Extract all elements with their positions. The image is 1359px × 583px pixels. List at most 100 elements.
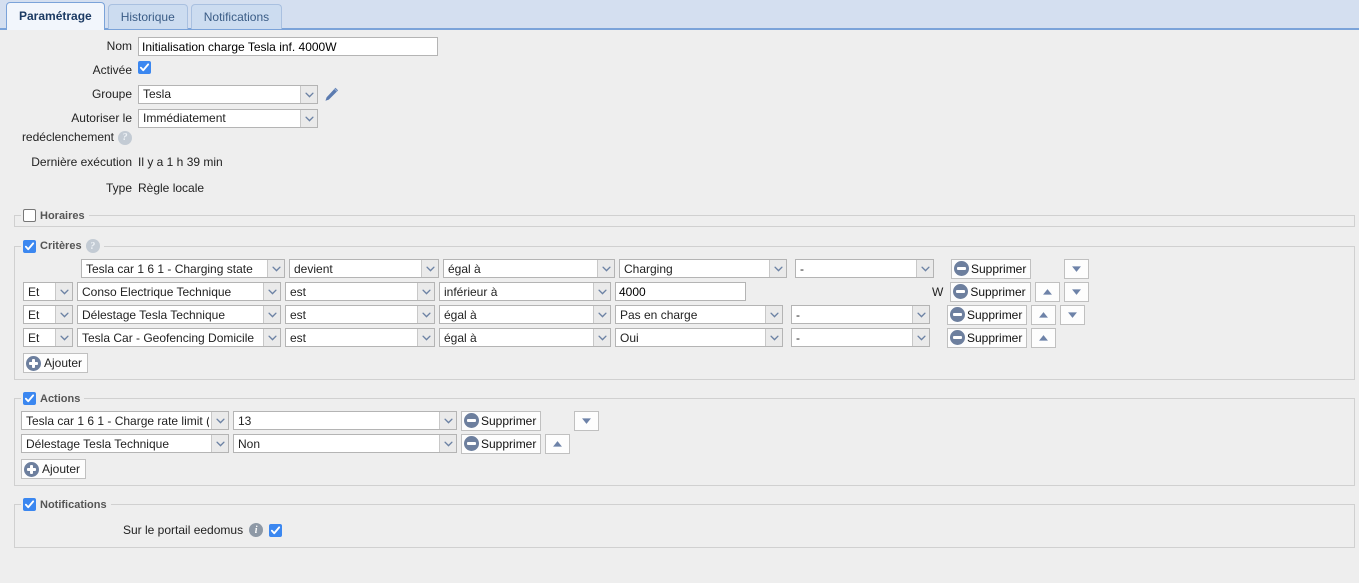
portal-info-icon[interactable]: i bbox=[249, 523, 263, 537]
criteria-move-up-button[interactable] bbox=[1031, 305, 1056, 325]
criteria-extra-select[interactable]: - bbox=[795, 259, 934, 278]
criteria-value-select[interactable]: Charging bbox=[619, 259, 787, 278]
criteria-event-value: est bbox=[290, 331, 415, 345]
criteria-extra-select[interactable]: - bbox=[791, 305, 930, 324]
notifications-checkbox[interactable] bbox=[23, 498, 36, 511]
criteria-event-value: est bbox=[290, 308, 415, 322]
tab-parametrage-label: Paramétrage bbox=[19, 9, 92, 23]
field-row-groupe: Groupe Tesla bbox=[0, 85, 1359, 105]
action-move-up-placeholder bbox=[545, 411, 570, 431]
settings-form: Nom Activée Groupe Tesla bbox=[0, 30, 1359, 199]
criteria-row: Et Conso Electrique Technique est inféri… bbox=[15, 280, 1354, 303]
criteria-move-down-button[interactable] bbox=[1064, 282, 1089, 302]
notifications-legend: Notifications bbox=[21, 498, 111, 511]
edit-group-pencil-icon[interactable] bbox=[323, 86, 340, 103]
horaires-legend: Horaires bbox=[21, 209, 89, 222]
portal-notification-checkbox[interactable] bbox=[269, 524, 282, 537]
criteria-event-select[interactable]: est bbox=[285, 282, 435, 301]
chevron-down-icon bbox=[916, 260, 933, 277]
criteria-conjunction-value: Et bbox=[28, 285, 53, 299]
chevron-down-icon bbox=[769, 260, 786, 277]
criteres-legend-label: Critères bbox=[40, 240, 82, 252]
criteria-conjunction-select[interactable]: Et bbox=[23, 305, 73, 324]
horaires-section: Horaires bbox=[14, 209, 1355, 227]
criteria-source-select[interactable]: Conso Electrique Technique bbox=[77, 282, 281, 301]
criteria-delete-button[interactable]: Supprimer bbox=[950, 282, 1030, 302]
criteria-source-value: Tesla car 1 6 1 - Charging state bbox=[86, 262, 265, 276]
chevron-down-icon bbox=[912, 329, 929, 346]
nom-input[interactable] bbox=[138, 37, 438, 56]
criteria-operator-select[interactable]: égal à bbox=[443, 259, 615, 278]
criteria-event-select[interactable]: est bbox=[285, 305, 435, 324]
criteria-value-input[interactable] bbox=[615, 282, 746, 301]
action-target-value: Délestage Tesla Technique bbox=[26, 437, 209, 451]
criteria-conjunction-select[interactable]: Et bbox=[23, 328, 73, 347]
criteria-extra-value: - bbox=[800, 262, 914, 276]
criteria-add-button[interactable]: Ajouter bbox=[23, 353, 88, 373]
criteria-move-up-button[interactable] bbox=[1035, 282, 1060, 302]
criteria-add-label: Ajouter bbox=[44, 356, 82, 370]
autoriser-select[interactable]: Immédiatement bbox=[138, 109, 318, 128]
chevron-down-icon bbox=[55, 306, 72, 323]
activee-checkbox[interactable] bbox=[138, 61, 151, 74]
criteria-value: Pas en charge bbox=[620, 308, 763, 322]
groupe-select[interactable]: Tesla bbox=[138, 85, 318, 104]
action-move-down-button[interactable] bbox=[574, 411, 599, 431]
notifications-section: Notifications Sur le portail eedomus i bbox=[14, 498, 1355, 548]
action-delete-button[interactable]: Supprimer bbox=[461, 434, 541, 454]
criteria-source-select[interactable]: Tesla Car - Geofencing Domicile bbox=[77, 328, 281, 347]
actions-checkbox[interactable] bbox=[23, 392, 36, 405]
horaires-legend-label: Horaires bbox=[40, 210, 85, 222]
criteria-conjunction-select[interactable]: Et bbox=[23, 282, 73, 301]
criteria-operator-select[interactable]: égal à bbox=[439, 328, 611, 347]
tab-notifications[interactable]: Notifications bbox=[191, 4, 282, 29]
action-value-select[interactable]: 13 bbox=[233, 411, 457, 430]
autoriser-select-value: Immédiatement bbox=[143, 109, 298, 128]
actions-legend: Actions bbox=[21, 392, 84, 405]
criteria-delete-button[interactable]: Supprimer bbox=[947, 328, 1027, 348]
criteria-move-up-button[interactable] bbox=[1031, 328, 1056, 348]
criteria-delete-button[interactable]: Supprimer bbox=[947, 305, 1027, 325]
action-add-label: Ajouter bbox=[42, 462, 80, 476]
chevron-down-icon bbox=[439, 412, 456, 429]
criteria-event-select[interactable]: devient bbox=[289, 259, 439, 278]
criteria-operator-select[interactable]: inférieur à bbox=[439, 282, 611, 301]
tab-historique[interactable]: Historique bbox=[108, 4, 188, 29]
criteria-move-down-button[interactable] bbox=[1064, 259, 1089, 279]
criteria-value-select[interactable]: Pas en charge bbox=[615, 305, 783, 324]
action-value-select[interactable]: Non bbox=[233, 434, 457, 453]
criteria-source-select[interactable]: Tesla car 1 6 1 - Charging state bbox=[81, 259, 285, 278]
action-move-up-button[interactable] bbox=[545, 434, 570, 454]
action-target-select[interactable]: Délestage Tesla Technique bbox=[21, 434, 229, 453]
chevron-down-icon bbox=[593, 329, 610, 346]
chevron-down-icon bbox=[593, 283, 610, 300]
criteres-checkbox[interactable] bbox=[23, 240, 36, 253]
action-add-button[interactable]: Ajouter bbox=[21, 459, 86, 479]
chevron-down-icon bbox=[211, 412, 228, 429]
criteria-extra-value: - bbox=[796, 331, 910, 345]
horaires-checkbox[interactable] bbox=[23, 209, 36, 222]
plus-circle-icon bbox=[24, 462, 39, 477]
criteria-extra-select[interactable]: - bbox=[791, 328, 930, 347]
criteria-source-select[interactable]: Délestage Tesla Technique bbox=[77, 305, 281, 324]
action-delete-label: Supprimer bbox=[481, 414, 536, 428]
criteria-operator-value: inférieur à bbox=[444, 285, 591, 299]
chevron-down-icon bbox=[263, 306, 280, 323]
criteria-unit-label: W bbox=[931, 285, 946, 299]
tab-parametrage[interactable]: Paramétrage bbox=[6, 2, 105, 30]
criteria-move-down-button[interactable] bbox=[1060, 305, 1085, 325]
criteria-delete-button[interactable]: Supprimer bbox=[951, 259, 1031, 279]
criteria-value-select[interactable]: Oui bbox=[615, 328, 783, 347]
action-delete-button[interactable]: Supprimer bbox=[461, 411, 541, 431]
autoriser-label-line1: Autoriser le bbox=[0, 109, 132, 128]
redeclenchement-help-icon[interactable]: ? bbox=[118, 131, 132, 145]
criteria-delete-label: Supprimer bbox=[971, 262, 1026, 276]
tab-historique-label: Historique bbox=[121, 10, 175, 24]
action-target-select[interactable]: Tesla car 1 6 1 - Charge rate limit ( bbox=[21, 411, 229, 430]
criteria-row: Et Délestage Tesla Technique est égal à … bbox=[15, 303, 1354, 326]
criteres-help-icon[interactable]: ? bbox=[86, 239, 100, 253]
minus-circle-icon bbox=[954, 261, 969, 276]
action-delete-label: Supprimer bbox=[481, 437, 536, 451]
criteria-operator-select[interactable]: égal à bbox=[439, 305, 611, 324]
criteria-event-select[interactable]: est bbox=[285, 328, 435, 347]
